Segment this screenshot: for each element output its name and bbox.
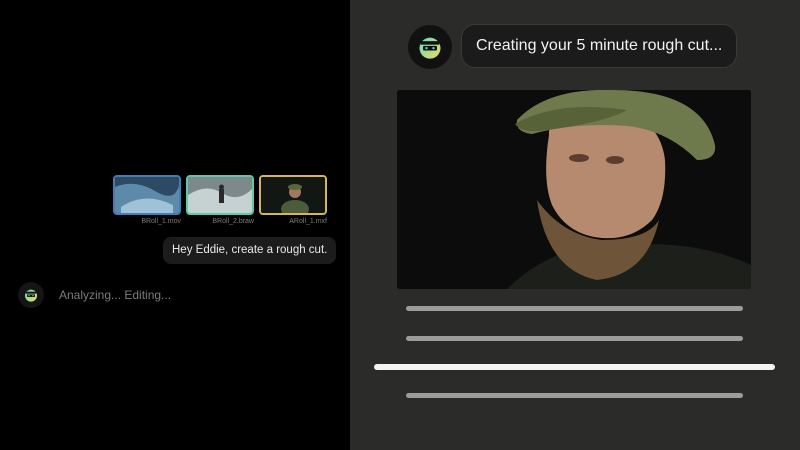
robot-face-icon — [25, 289, 37, 302]
script-line-2 — [406, 336, 743, 341]
robot-face-icon — [419, 37, 441, 59]
clip-thumbnail-broll-2[interactable] — [186, 175, 254, 215]
file-name-broll-2: BRoll_2.braw — [212, 218, 254, 225]
file-name-aroll-1: ARoll_1.mxf — [289, 218, 327, 225]
assistant-message-bubble: Creating your 5 minute rough cut... — [461, 24, 738, 68]
user-message-bubble: Hey Eddie, create a rough cut. — [163, 237, 337, 264]
assistant-avatar-large — [408, 25, 452, 69]
script-line-4 — [406, 393, 743, 398]
chat-panel: BRoll_1.mov BRoll_2.braw ARoll_1.mxf Hey… — [0, 0, 350, 450]
status-text: Analyzing... Editing... — [59, 288, 172, 302]
assistant-avatar-small — [18, 282, 44, 308]
clip-thumbnail-broll-1[interactable] — [113, 175, 181, 215]
script-line-1 — [406, 306, 743, 311]
file-name-broll-1: BRoll_1.mov — [141, 218, 181, 225]
clip-thumbnail-aroll-1[interactable] — [259, 175, 327, 215]
video-preview[interactable] — [397, 90, 751, 289]
script-line-active — [374, 364, 775, 370]
